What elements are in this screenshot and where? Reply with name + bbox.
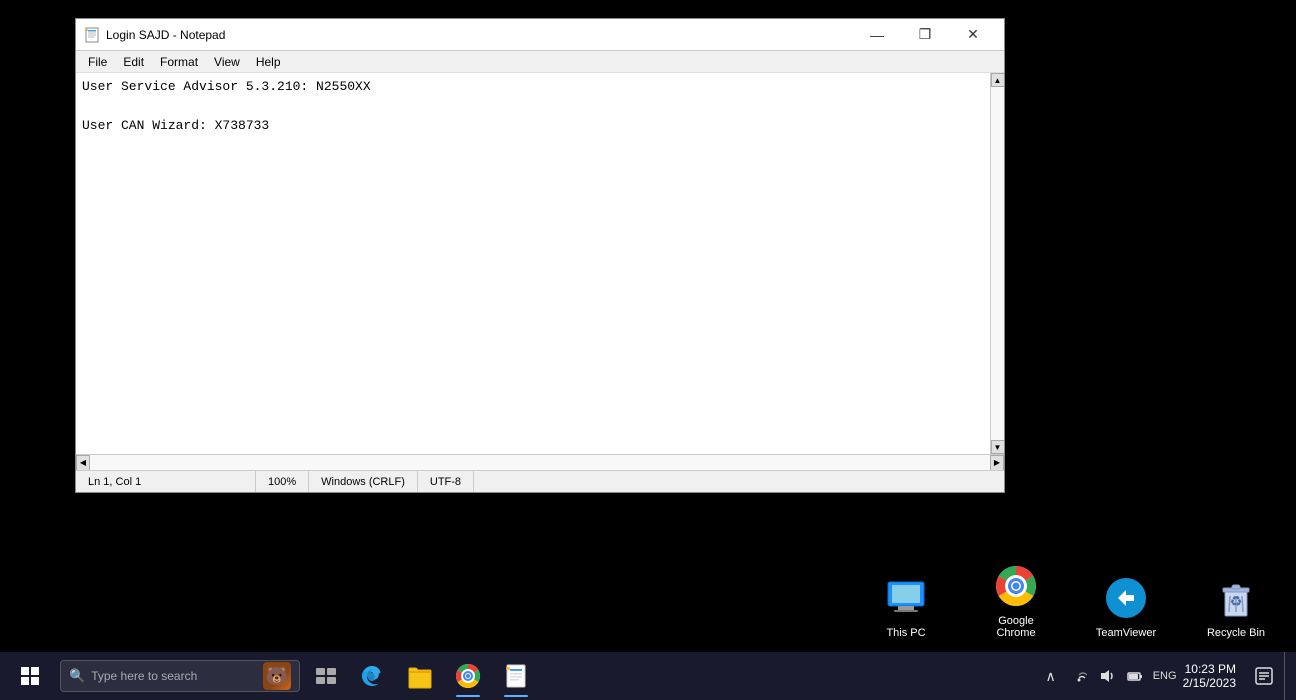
notification-button[interactable] <box>1248 652 1280 700</box>
clock-date: 2/15/2023 <box>1183 676 1236 690</box>
scroll-down-button[interactable] <box>991 440 1005 454</box>
svg-text:♻: ♻ <box>1230 593 1243 609</box>
cursor-position: Ln 1, Col 1 <box>76 471 256 492</box>
status-bar: Ln 1, Col 1 100% Windows (CRLF) UTF-8 <box>76 470 1004 492</box>
vertical-scrollbar[interactable] <box>990 73 1004 454</box>
battery-icon[interactable] <box>1123 664 1147 688</box>
search-mascot-icon: 🐻 <box>263 662 291 690</box>
windows-logo-icon <box>21 667 39 685</box>
notification-icon <box>1255 667 1273 685</box>
task-view-icon <box>316 668 336 684</box>
minimize-button[interactable]: — <box>854 19 900 51</box>
taskbar-file-explorer-button[interactable] <box>396 652 444 700</box>
google-chrome-icon <box>992 562 1040 610</box>
horizontal-scrollbar[interactable] <box>76 454 1004 470</box>
taskbar-chrome-button[interactable] <box>444 652 492 700</box>
recycle-bin-icon: ♻ <box>1212 574 1260 622</box>
line-ending: Windows (CRLF) <box>309 471 418 492</box>
text-editor[interactable]: User Service Advisor 5.3.210: N2550XX Us… <box>76 73 990 454</box>
desktop-icons: This PC <box>866 562 1276 640</box>
chrome-taskbar-icon <box>454 662 482 690</box>
this-pc-label: This PC <box>882 626 929 640</box>
menu-help[interactable]: Help <box>248 53 289 71</box>
notepad-taskbar-icon <box>502 662 530 690</box>
teamviewer-label: TeamViewer <box>1092 626 1160 640</box>
taskbar-notepad-button[interactable] <box>492 652 540 700</box>
title-bar: Login SAJD - Notepad — ❐ ✕ <box>76 19 1004 51</box>
start-button[interactable] <box>4 652 56 700</box>
maximize-button[interactable]: ❐ <box>902 19 948 51</box>
network-icon[interactable] <box>1067 664 1091 688</box>
google-chrome-label: Google Chrome <box>976 614 1056 640</box>
speaker-icon <box>1099 668 1115 684</box>
scroll-h-track[interactable] <box>90 455 990 470</box>
window-controls: — ❐ ✕ <box>854 19 996 51</box>
close-button[interactable]: ✕ <box>950 19 996 51</box>
menu-format[interactable]: Format <box>152 53 206 71</box>
recycle-bin-label: Recycle Bin <box>1203 626 1269 640</box>
taskbar: 🔍 Type here to search 🐻 <box>0 652 1296 700</box>
teamviewer-icon <box>1102 574 1150 622</box>
search-placeholder-text: Type here to search <box>91 669 197 683</box>
clock[interactable]: 10:23 PM 2/15/2023 <box>1183 662 1236 690</box>
menu-edit[interactable]: Edit <box>115 53 152 71</box>
encoding: UTF-8 <box>418 471 474 492</box>
desktop-icon-teamviewer[interactable]: TeamViewer <box>1086 574 1166 640</box>
language-icon[interactable]: ENG <box>1151 664 1179 688</box>
menu-view[interactable]: View <box>206 53 248 71</box>
desktop-icon-google-chrome[interactable]: Google Chrome <box>976 562 1056 640</box>
volume-icon[interactable] <box>1095 664 1119 688</box>
task-view-button[interactable] <box>304 652 348 700</box>
tray-overflow-button[interactable]: ∧ <box>1039 664 1063 688</box>
scroll-right-button[interactable] <box>990 455 1004 471</box>
menu-file[interactable]: File <box>80 53 115 71</box>
taskbar-edge-button[interactable] <box>348 652 396 700</box>
clock-time: 10:23 PM <box>1185 662 1236 676</box>
battery-svg-icon <box>1127 668 1143 684</box>
menu-bar: File Edit Format View Help <box>76 51 1004 73</box>
scroll-up-button[interactable] <box>991 73 1005 87</box>
notepad-app-icon <box>84 27 100 43</box>
taskbar-search[interactable]: 🔍 Type here to search 🐻 <box>60 660 300 692</box>
file-explorer-icon <box>406 662 434 690</box>
system-tray: ∧ <box>1039 652 1292 700</box>
desktop-icon-this-pc[interactable]: This PC <box>866 574 946 640</box>
notepad-content-area: User Service Advisor 5.3.210: N2550XX Us… <box>76 73 1004 454</box>
desktop: Login SAJD - Notepad — ❐ ✕ File Edit For… <box>0 0 1296 700</box>
scroll-left-button[interactable] <box>76 455 90 471</box>
wifi-icon <box>1071 668 1087 684</box>
desktop-icon-recycle-bin[interactable]: ♻ Recycle Bin <box>1196 574 1276 640</box>
zoom-level: 100% <box>256 471 309 492</box>
show-desktop-button[interactable] <box>1284 652 1292 700</box>
search-icon: 🔍 <box>69 668 85 684</box>
window-title: Login SAJD - Notepad <box>106 28 854 42</box>
edge-icon <box>358 662 386 690</box>
notepad-window: Login SAJD - Notepad — ❐ ✕ File Edit For… <box>75 18 1005 493</box>
this-pc-icon <box>882 574 930 622</box>
scroll-track[interactable] <box>991 87 1004 440</box>
